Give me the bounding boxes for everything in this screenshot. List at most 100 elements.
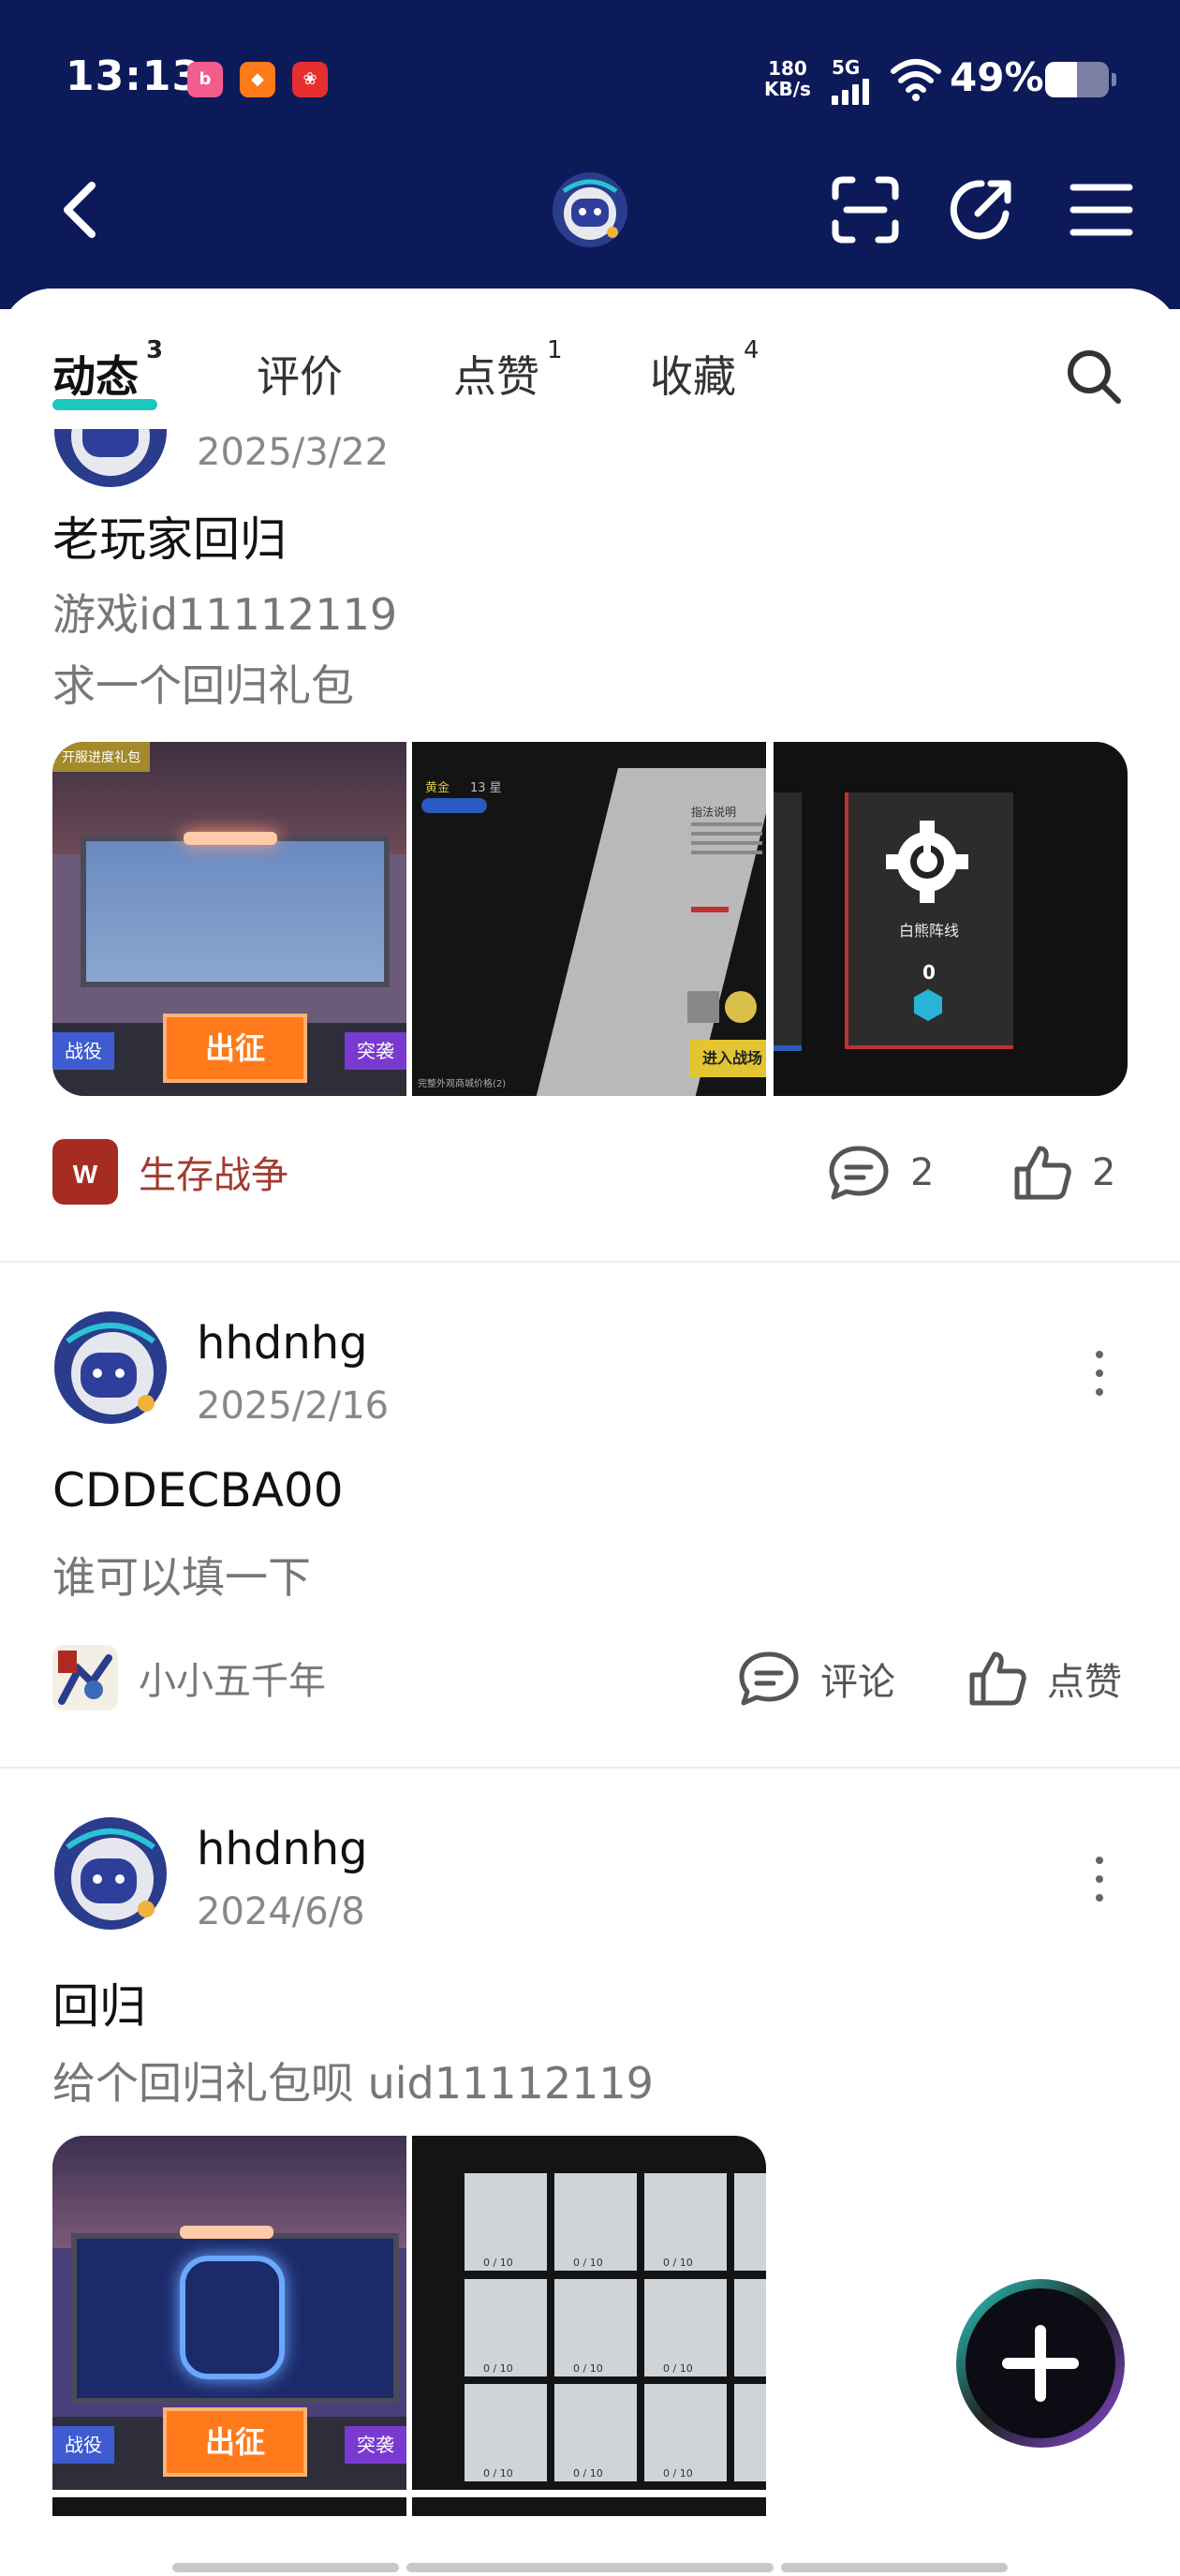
more-icon[interactable] xyxy=(1081,1851,1118,1907)
unit-cell xyxy=(734,2278,766,2376)
unit-count: 0 / 10 xyxy=(573,2467,603,2480)
scroll-indicator xyxy=(406,2563,774,2572)
tab-label: 点赞 xyxy=(453,351,539,402)
tab-likes[interactable]: 点赞 1 xyxy=(453,336,563,405)
back-icon[interactable] xyxy=(45,172,120,247)
game-link[interactable]: 小小五千年 xyxy=(52,1645,326,1710)
post-image[interactable] xyxy=(52,2497,406,2516)
create-post-button[interactable] xyxy=(951,2274,1129,2452)
image-btn: 进入战场 xyxy=(689,1040,766,1077)
app-notification-icon-2: ❀ xyxy=(292,62,328,97)
tab-label: 评价 xyxy=(257,351,343,402)
tab-label: 收藏 xyxy=(650,351,736,402)
comment-count: 2 xyxy=(910,1151,935,1194)
header: 13:13 b ◆ ❀ 180 KB/s 5G 49% xyxy=(0,0,1180,309)
unit-cell: 0 / 10 xyxy=(465,2384,547,2482)
unit-cell: 0 / 10 xyxy=(644,2278,727,2376)
post-title: CDDECBA00 xyxy=(52,1463,344,1517)
divider xyxy=(0,1767,1180,1769)
app-notification-icon: ◆ xyxy=(240,62,275,97)
wifi-icon xyxy=(891,59,941,101)
unit-count: 0 / 10 xyxy=(483,2257,513,2269)
battery-icon xyxy=(1045,62,1116,97)
tab-dynamics[interactable]: 动态3 xyxy=(52,336,163,405)
search-icon[interactable] xyxy=(1064,347,1124,407)
unit-cell: 0 / 10 xyxy=(465,2278,547,2376)
post-image[interactable]: 开服进度礼包 战役 出征 突袭 xyxy=(52,742,406,1096)
post-body-line: 给个回归礼包呗 uid11112119 xyxy=(52,2058,654,2109)
thumbs-up-icon xyxy=(1014,1146,1071,1200)
unit-cell xyxy=(734,2173,766,2271)
share-icon[interactable] xyxy=(944,172,1019,247)
signal-icon xyxy=(832,79,873,105)
game-link[interactable]: W 生存战争 xyxy=(52,1139,288,1205)
avatar[interactable] xyxy=(52,1815,169,1932)
unit-count: 0 / 10 xyxy=(573,2361,603,2375)
like-count: 2 xyxy=(1092,1151,1116,1194)
tab-reviews[interactable]: 评价 xyxy=(257,343,343,405)
thumbs-up-icon xyxy=(969,1651,1026,1706)
network-type: 5G xyxy=(832,56,861,79)
divider xyxy=(0,1261,1180,1263)
post-date: 2024/6/8 xyxy=(197,1890,365,1933)
status-bar: 13:13 b ◆ ❀ 180 KB/s 5G 49% xyxy=(0,0,1180,159)
scroll-indicator xyxy=(781,2563,1008,2572)
unit-count: 0 / 10 xyxy=(663,2257,693,2269)
net-speed-value: 180 xyxy=(768,57,807,80)
unit-cell: 0 / 10 xyxy=(554,2173,637,2271)
tab-badge: 4 xyxy=(744,335,760,364)
unit-cell xyxy=(734,2384,766,2482)
image-btn-left: 战役 xyxy=(52,2426,114,2464)
profile-avatar[interactable] xyxy=(551,170,629,249)
svg-text:W: W xyxy=(73,1160,98,1189)
power-badge-icon xyxy=(886,821,968,903)
unit-cell: 0 / 10 xyxy=(554,2278,637,2376)
tab-favorites[interactable]: 收藏 4 xyxy=(650,336,760,405)
post-date: 2025/2/16 xyxy=(197,1384,390,1428)
content-sheet: 2025/3/22 老玩家回归 游戏id11112119 求一个回归礼包 开服进… xyxy=(0,289,1180,2576)
more-icon[interactable] xyxy=(1081,1345,1118,1401)
avatar[interactable] xyxy=(52,1310,169,1426)
comment-button[interactable]: 评论 xyxy=(736,1649,895,1709)
post-image[interactable]: 白熊阵线 0 xyxy=(774,742,1128,1096)
battery-percent: 49% xyxy=(950,54,1044,100)
unit-count: 0 / 10 xyxy=(663,2467,693,2480)
post-title: 回归 xyxy=(52,1979,146,2034)
post-image[interactable]: 0 / 10 0 / 10 0 / 10 0 / 10 0 / 10 0 / 1… xyxy=(412,2136,766,2490)
unit-cell: 0 / 10 xyxy=(465,2173,547,2271)
game-icon xyxy=(52,1645,118,1710)
like-label: 点赞 xyxy=(1047,1661,1122,1704)
image-rank: 黄金 xyxy=(425,781,450,795)
image-tag: 开服进度礼包 xyxy=(52,742,150,772)
image-number: 0 xyxy=(922,961,936,984)
like-button[interactable]: 点赞 xyxy=(966,1649,1122,1709)
username[interactable]: hhdnhg xyxy=(197,1317,368,1369)
post-image[interactable]: 战役 出征 突袭 xyxy=(52,2136,406,2490)
tab-badge: 3 xyxy=(146,335,164,364)
post-title: 老玩家回归 xyxy=(52,512,287,567)
menu-icon[interactable] xyxy=(1064,172,1139,247)
post-body-line: 谁可以填一下 xyxy=(52,1552,311,1603)
post-image[interactable] xyxy=(412,2497,766,2516)
tab-bar: 动态3 评价 点赞 1 收藏 4 xyxy=(0,289,1180,429)
post-image[interactable]: 黄金 13 星 指法说明 进入战场 完整外观商城价格(2) xyxy=(412,742,766,1096)
game-icon: W xyxy=(52,1139,118,1205)
comment-button[interactable]: 2 xyxy=(826,1143,934,1203)
game-name: 小小五千年 xyxy=(139,1660,326,1703)
like-button[interactable]: 2 xyxy=(1011,1143,1115,1203)
image-btn-right: 突袭 xyxy=(345,2426,406,2464)
unit-cell: 0 / 10 xyxy=(644,2384,727,2482)
unit-count: 0 / 10 xyxy=(573,2257,603,2269)
post-date: 2025/3/22 xyxy=(197,431,390,474)
unit-count: 0 / 10 xyxy=(663,2361,693,2375)
image-btn-left: 战役 xyxy=(52,1032,114,1070)
comment-icon xyxy=(739,1651,799,1706)
scan-icon[interactable] xyxy=(828,172,903,247)
status-time: 13:13 xyxy=(66,52,202,100)
unit-cell: 0 / 10 xyxy=(644,2173,727,2271)
tab-badge: 1 xyxy=(547,335,563,364)
post-body-line: 游戏id11112119 xyxy=(52,589,398,640)
username[interactable]: hhdnhg xyxy=(197,1823,368,1875)
comment-label: 评论 xyxy=(820,1661,895,1704)
bilibili-notification-icon: b xyxy=(187,62,223,97)
